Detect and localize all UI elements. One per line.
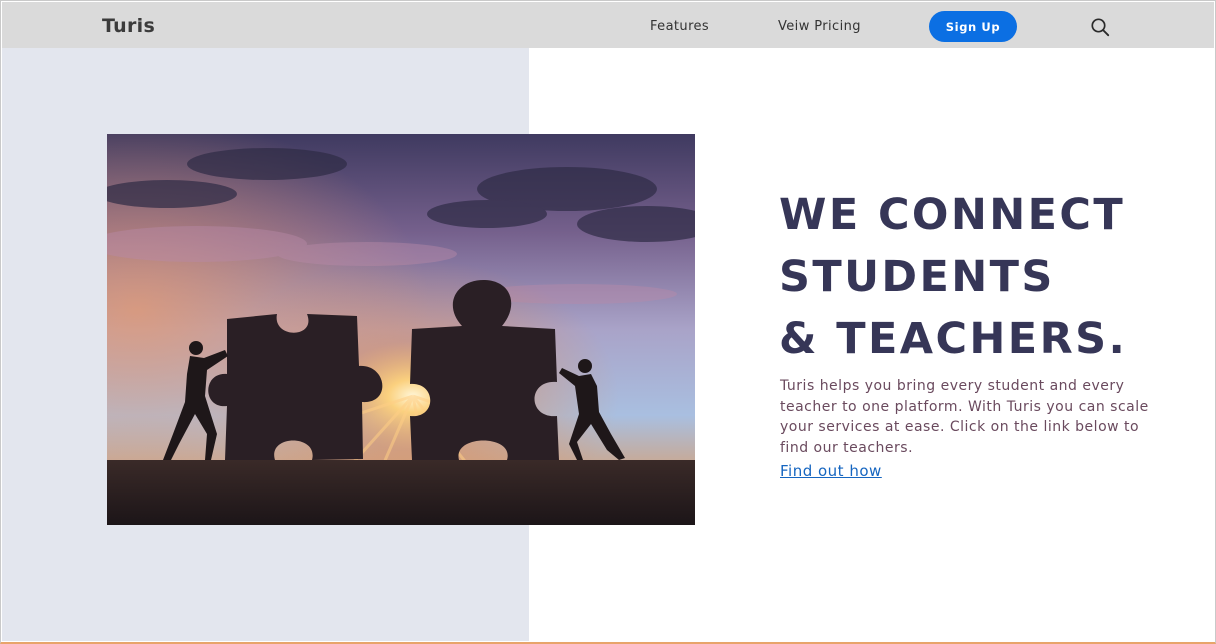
hero-title: WE CONNECT STUDENTS & TEACHERS. [779,184,1127,370]
search-icon[interactable] [1090,17,1110,37]
hero-description: Turis helps you bring every student and … [780,378,1149,456]
hero-title-line: & TEACHERS. [779,314,1128,364]
nav-link-pricing[interactable]: Veiw Pricing [778,19,861,34]
sign-up-button[interactable]: Sign Up [929,11,1017,42]
hero-title-line: STUDENTS [779,252,1055,302]
brand-logo[interactable]: Turis [102,15,155,37]
top-navbar: Turis Features Veiw Pricing Sign Up [2,2,1214,48]
nav-link-features[interactable]: Features [650,19,709,34]
hero-title-line: WE CONNECT [779,190,1126,240]
hero-image [107,134,695,525]
find-out-how-link[interactable]: Find out how [780,462,882,480]
